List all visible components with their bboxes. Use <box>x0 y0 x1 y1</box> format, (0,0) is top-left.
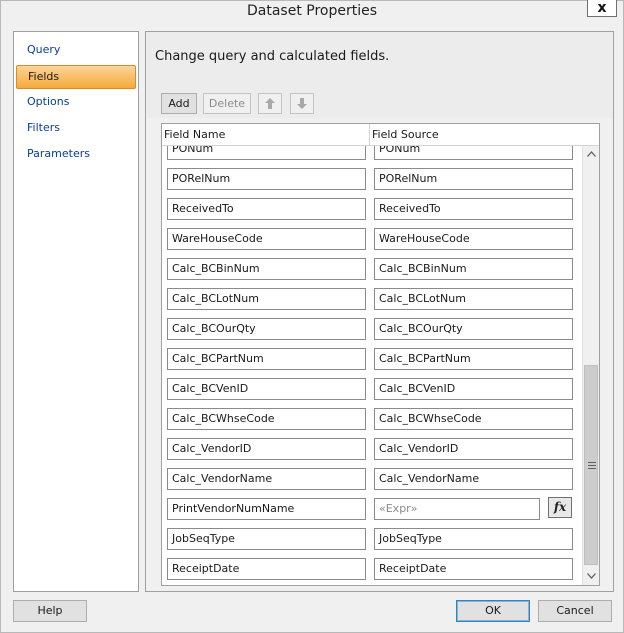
column-header-field-source: Field Source <box>372 128 439 141</box>
field-name-input[interactable]: JobSeqType <box>167 528 366 550</box>
field-source-input[interactable]: ReceivedTo <box>374 198 573 220</box>
arrow-down-icon <box>297 98 307 109</box>
nav-item-filters[interactable]: Filters <box>16 117 136 141</box>
field-source-input[interactable]: Calc_BCVenID <box>374 378 573 400</box>
table-row: Calc_BCOurQty Calc_BCOurQty <box>162 318 582 348</box>
ok-button[interactable]: OK <box>456 600 530 622</box>
column-header-field-name: Field Name <box>164 128 226 141</box>
table-row: JobSeqType JobSeqType <box>162 528 582 558</box>
grip-line <box>588 468 596 469</box>
panel-description: Change query and calculated fields. <box>155 49 390 64</box>
grid-rows: PONum PONum PORelNum PORelNum ReceivedTo… <box>162 146 582 585</box>
scroll-up-button[interactable] <box>583 146 599 163</box>
help-button[interactable]: Help <box>13 600 87 622</box>
field-name-input[interactable]: Calc_VendorName <box>167 468 366 490</box>
vertical-scrollbar[interactable] <box>582 146 599 585</box>
table-row: Calc_BCLotNum Calc_BCLotNum <box>162 288 582 318</box>
fx-icon: fx <box>553 500 567 514</box>
field-source-input[interactable]: PONum <box>374 146 573 160</box>
field-name-input[interactable]: Calc_VendorID <box>167 438 366 460</box>
nav-item-options[interactable]: Options <box>16 91 136 115</box>
field-name-input[interactable]: ReceivedTo <box>167 198 366 220</box>
scroll-down-button[interactable] <box>583 568 599 585</box>
field-name-input[interactable]: Calc_BCLotNum <box>167 288 366 310</box>
table-row: Calc_BCBinNum Calc_BCBinNum <box>162 258 582 288</box>
scrollbar-thumb[interactable] <box>584 365 598 565</box>
chevron-up-icon <box>586 151 596 157</box>
grid-header: Field Name Field Source <box>162 124 599 146</box>
field-source-expression-input[interactable]: «Expr» <box>374 498 540 520</box>
field-name-input[interactable]: Calc_BCVenID <box>167 378 366 400</box>
field-source-input[interactable]: Calc_BCOurQty <box>374 318 573 340</box>
cancel-button[interactable]: Cancel <box>538 600 612 622</box>
table-row: Calc_BCVenID Calc_BCVenID <box>162 378 582 408</box>
delete-button[interactable]: Delete <box>203 93 251 114</box>
dataset-properties-dialog: Dataset Properties x Query Fields Option… <box>0 0 624 633</box>
field-source-input[interactable]: ReceiptDate <box>374 558 573 580</box>
field-source-input[interactable]: PORelNum <box>374 168 573 190</box>
table-row: Calc_VendorID Calc_VendorID <box>162 438 582 468</box>
close-button[interactable]: x <box>587 0 617 17</box>
title-bar: Dataset Properties x <box>1 0 623 23</box>
field-name-input[interactable]: Calc_BCBinNum <box>167 258 366 280</box>
field-source-input[interactable]: Calc_BCWhseCode <box>374 408 573 430</box>
table-row: Calc_BCPartNum Calc_BCPartNum <box>162 348 582 378</box>
grip-line <box>588 465 596 466</box>
fields-grid: Field Name Field Source PONum PONum PORe… <box>161 123 600 586</box>
field-source-input[interactable]: Calc_BCLotNum <box>374 288 573 310</box>
field-name-input[interactable]: WareHouseCode <box>167 228 366 250</box>
field-name-input[interactable]: Calc_BCOurQty <box>167 318 366 340</box>
grip-line <box>588 462 596 463</box>
table-row: PONum PONum <box>162 146 582 168</box>
field-name-input[interactable]: PONum <box>167 146 366 160</box>
expression-button[interactable]: fx <box>548 497 572 518</box>
table-row: Calc_BCWhseCode Calc_BCWhseCode <box>162 408 582 438</box>
nav-list: Query Fields Options Filters Parameters <box>13 31 139 592</box>
chevron-down-icon <box>586 573 596 579</box>
table-row: PrintVendorNumName «Expr» fx <box>162 497 582 528</box>
nav-item-query[interactable]: Query <box>16 39 136 63</box>
field-source-input[interactable]: JobSeqType <box>374 528 573 550</box>
field-name-input[interactable]: Calc_BCPartNum <box>167 348 366 370</box>
field-source-input[interactable]: Calc_VendorName <box>374 468 573 490</box>
field-source-input[interactable]: Calc_BCBinNum <box>374 258 573 280</box>
field-name-input[interactable]: Calc_BCWhseCode <box>167 408 366 430</box>
field-source-input[interactable]: WareHouseCode <box>374 228 573 250</box>
table-row: WareHouseCode WareHouseCode <box>162 228 582 258</box>
table-row: Calc_VendorName Calc_VendorName <box>162 468 582 498</box>
field-source-input[interactable]: Calc_VendorID <box>374 438 573 460</box>
table-row: ReceivedTo ReceivedTo <box>162 198 582 228</box>
add-button[interactable]: Add <box>161 93 197 114</box>
nav-item-parameters[interactable]: Parameters <box>16 143 136 167</box>
table-row: PORelNum PORelNum <box>162 168 582 198</box>
table-row: ReceiptDate ReceiptDate <box>162 558 582 585</box>
arrow-up-icon <box>265 98 275 109</box>
move-up-button[interactable] <box>258 93 282 114</box>
field-name-input[interactable]: PORelNum <box>167 168 366 190</box>
field-source-input[interactable]: Calc_BCPartNum <box>374 348 573 370</box>
field-name-input[interactable]: PrintVendorNumName <box>167 498 366 520</box>
field-name-input[interactable]: ReceiptDate <box>167 558 366 580</box>
move-down-button[interactable] <box>290 93 314 114</box>
dialog-title: Dataset Properties <box>246 3 378 19</box>
nav-item-fields[interactable]: Fields <box>16 65 136 89</box>
fields-panel: Change query and calculated fields. Add … <box>145 31 614 592</box>
